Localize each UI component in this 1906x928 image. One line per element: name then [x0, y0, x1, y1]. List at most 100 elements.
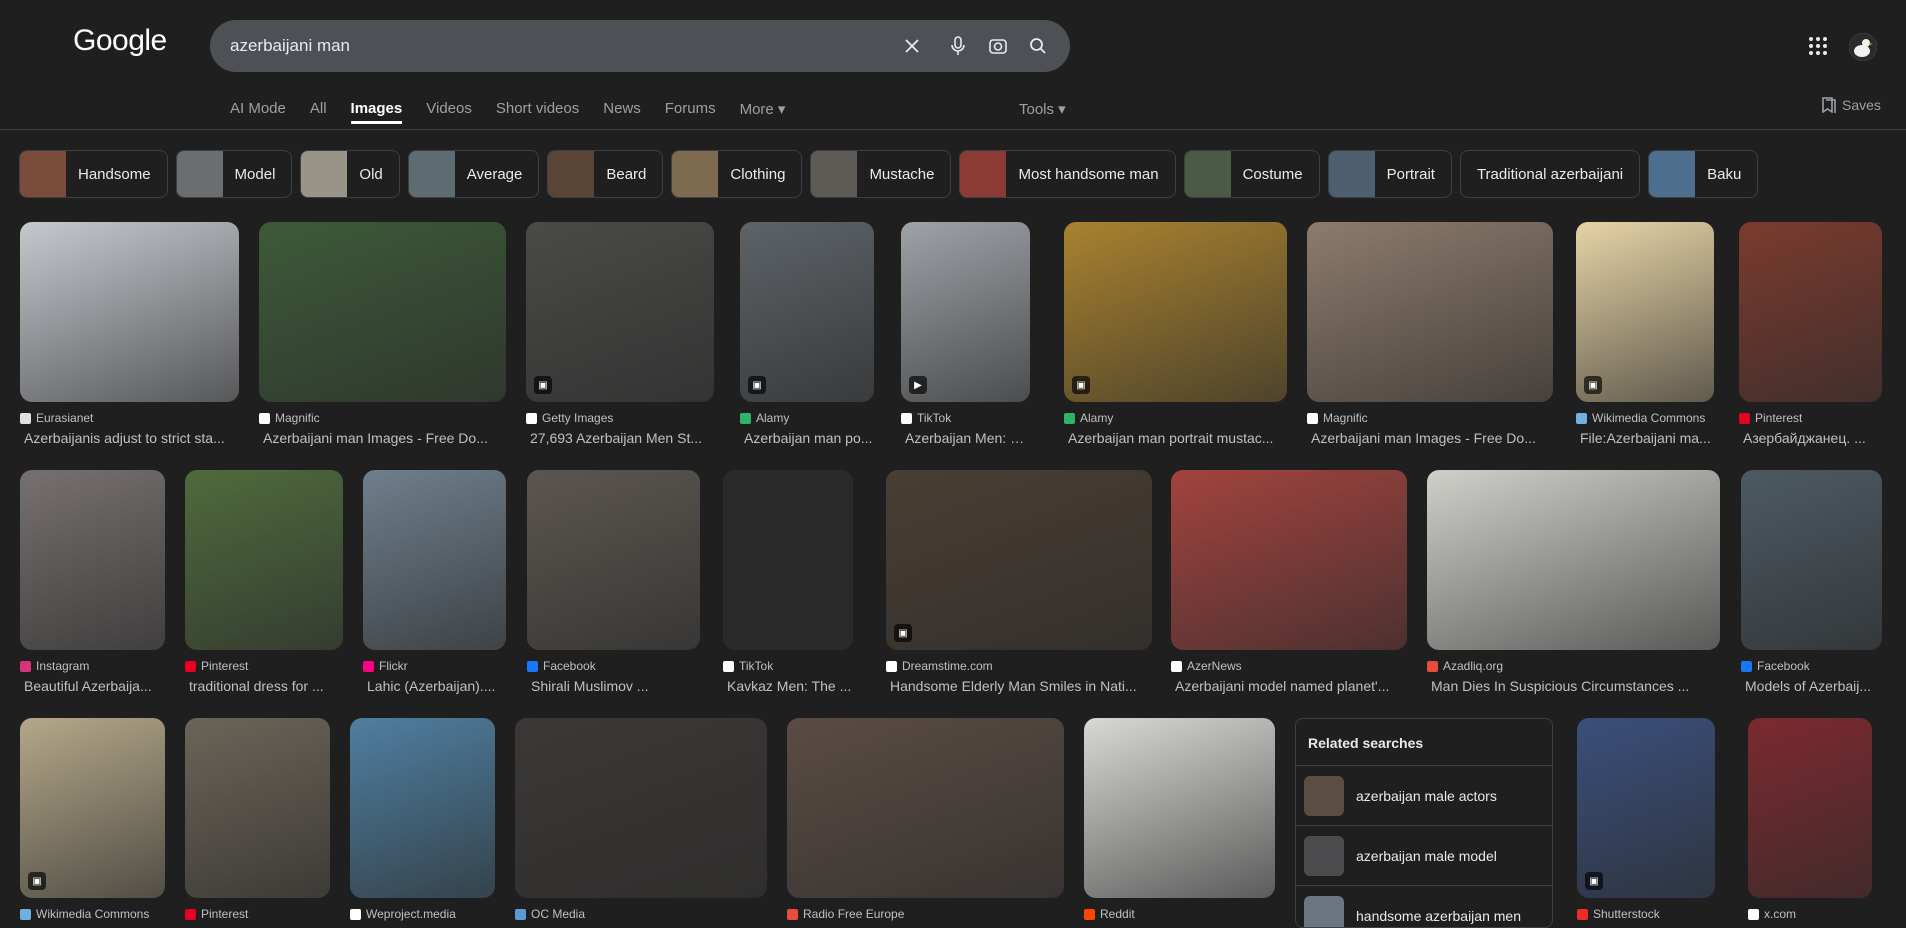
- image-source[interactable]: TikTok: [901, 410, 1030, 426]
- image-result[interactable]: Eurasianet Azerbaijanis adjust to strict …: [20, 222, 239, 446]
- image-source[interactable]: Radio Free Europe: [787, 906, 1064, 922]
- image-thumbnail[interactable]: [723, 470, 853, 650]
- chip-mustache[interactable]: Mustache: [810, 150, 952, 198]
- image-title[interactable]: Азербайджанец. ...: [1739, 430, 1882, 446]
- mic-icon[interactable]: [946, 34, 970, 58]
- image-thumbnail[interactable]: [185, 718, 330, 898]
- image-title[interactable]: Azerbaijani man Images - Free Do...: [259, 430, 506, 446]
- image-title[interactable]: Azerbaijan man po...: [740, 430, 874, 446]
- related-search-item[interactable]: azerbaijan male actors: [1296, 765, 1552, 825]
- tab-forums[interactable]: Forums: [665, 100, 716, 124]
- chip-model[interactable]: Model: [175, 150, 293, 198]
- chip-old[interactable]: Old: [300, 150, 400, 198]
- tab-news[interactable]: News: [603, 100, 641, 124]
- image-source[interactable]: Reddit: [1084, 906, 1275, 922]
- image-title[interactable]: traditional dress for ...: [185, 678, 343, 694]
- image-result[interactable]: ▣ Alamy Azerbaijan man portrait mustac...: [1064, 222, 1287, 446]
- image-thumbnail[interactable]: ▶: [901, 222, 1030, 402]
- image-title[interactable]: Beautiful Azerbaija...: [20, 678, 165, 694]
- image-source[interactable]: Alamy: [740, 410, 874, 426]
- image-result[interactable]: Weproject.media: [350, 718, 495, 922]
- search-input[interactable]: [230, 20, 890, 72]
- image-source[interactable]: Facebook: [527, 658, 700, 674]
- image-result[interactable]: ▣ Alamy Azerbaijan man po...: [740, 222, 874, 446]
- image-title[interactable]: Azerbaijani model named planet'...: [1171, 678, 1407, 694]
- image-result[interactable]: Pinterest Азербайджанец. ...: [1739, 222, 1882, 446]
- image-thumbnail[interactable]: ▣: [1064, 222, 1287, 402]
- image-source[interactable]: OC Media: [515, 906, 767, 922]
- tab-more[interactable]: More ▾: [740, 100, 786, 124]
- image-result[interactable]: Azadliq.org Man Dies In Suspicious Circum…: [1427, 470, 1720, 694]
- image-title[interactable]: Man Dies In Suspicious Circumstances ...: [1427, 678, 1720, 694]
- avatar[interactable]: [1849, 33, 1877, 61]
- related-search-item[interactable]: azerbaijan male model: [1296, 825, 1552, 885]
- chip-traditional-azerbaijani[interactable]: Traditional azerbaijani: [1459, 150, 1641, 198]
- image-thumbnail[interactable]: [20, 222, 239, 402]
- image-result[interactable]: Magnific Azerbaijani man Images - Free Do…: [1307, 222, 1553, 446]
- image-title[interactable]: Azerbaijanis adjust to strict sta...: [20, 430, 239, 446]
- image-result[interactable]: Facebook Shirali Muslimov ...: [527, 470, 700, 694]
- image-thumbnail[interactable]: [185, 470, 343, 650]
- image-source[interactable]: Pinterest: [1739, 410, 1882, 426]
- tab-videos[interactable]: Videos: [426, 100, 472, 124]
- image-source[interactable]: Eurasianet: [20, 410, 239, 426]
- image-title[interactable]: File:Azerbaijani ma...: [1576, 430, 1714, 446]
- image-title[interactable]: Handsome Elderly Man Smiles in Nati...: [886, 678, 1152, 694]
- image-result[interactable]: TikTok Kavkaz Men: The ...: [723, 470, 853, 694]
- image-thumbnail[interactable]: [350, 718, 495, 898]
- image-thumbnail[interactable]: ▣: [1577, 718, 1715, 898]
- image-source[interactable]: Weproject.media: [350, 906, 495, 922]
- image-thumbnail[interactable]: [527, 470, 700, 650]
- image-title[interactable]: Shirali Muslimov ...: [527, 678, 700, 694]
- tab-all[interactable]: All: [310, 100, 327, 124]
- image-source[interactable]: Shutterstock: [1577, 906, 1715, 922]
- image-source[interactable]: x.com: [1748, 906, 1872, 922]
- image-result[interactable]: ▣ Wikimedia Commons: [20, 718, 165, 922]
- image-source[interactable]: Instagram: [20, 658, 165, 674]
- tab-ai-mode[interactable]: AI Mode: [230, 100, 286, 124]
- saves-button[interactable]: Saves: [1822, 97, 1881, 116]
- image-result[interactable]: x.com: [1748, 718, 1872, 922]
- image-source[interactable]: Pinterest: [185, 906, 330, 922]
- image-result[interactable]: ▣ Getty Images 27,693 Azerbaijan Men St...: [526, 222, 714, 446]
- chip-costume[interactable]: Costume: [1183, 150, 1320, 198]
- image-result[interactable]: OC Media: [515, 718, 767, 922]
- image-result[interactable]: ▣ Wikimedia Commons File:Azerbaijani ma...: [1576, 222, 1714, 446]
- image-thumbnail[interactable]: ▣: [20, 718, 165, 898]
- image-thumbnail[interactable]: ▣: [740, 222, 874, 402]
- image-thumbnail[interactable]: [259, 222, 506, 402]
- google-logo[interactable]: Google: [73, 24, 167, 58]
- image-source[interactable]: Flickr: [363, 658, 506, 674]
- image-thumbnail[interactable]: ▣: [1576, 222, 1714, 402]
- image-thumbnail[interactable]: [1171, 470, 1407, 650]
- close-icon[interactable]: [900, 34, 924, 58]
- image-result[interactable]: ▣ Shutterstock: [1577, 718, 1715, 922]
- image-result[interactable]: Magnific Azerbaijani man Images - Free Do…: [259, 222, 506, 446]
- image-source[interactable]: Magnific: [259, 410, 506, 426]
- image-thumbnail[interactable]: [515, 718, 767, 898]
- chip-beard[interactable]: Beard: [547, 150, 664, 198]
- image-source[interactable]: Dreamstime.com: [886, 658, 1152, 674]
- chip-clothing[interactable]: Clothing: [671, 150, 803, 198]
- image-source[interactable]: Magnific: [1307, 410, 1553, 426]
- image-source[interactable]: Pinterest: [185, 658, 343, 674]
- image-source[interactable]: Alamy: [1064, 410, 1287, 426]
- image-thumbnail[interactable]: [363, 470, 506, 650]
- image-thumbnail[interactable]: ▣: [526, 222, 714, 402]
- chip-baku[interactable]: Baku: [1648, 150, 1759, 198]
- image-source[interactable]: Wikimedia Commons: [1576, 410, 1714, 426]
- image-title[interactable]: Lahic (Azerbaijan)....: [363, 678, 506, 694]
- image-source[interactable]: Facebook: [1741, 658, 1882, 674]
- image-result[interactable]: ▶ TikTok Azerbaijan Men: C...: [901, 222, 1030, 446]
- search-box[interactable]: [210, 20, 1070, 72]
- image-title[interactable]: Azerbaijan Men: C...: [901, 430, 1030, 446]
- image-source[interactable]: AzerNews: [1171, 658, 1407, 674]
- image-thumbnail[interactable]: ▣: [886, 470, 1152, 650]
- image-thumbnail[interactable]: [1748, 718, 1872, 898]
- image-thumbnail[interactable]: [787, 718, 1064, 898]
- image-source[interactable]: TikTok: [723, 658, 853, 674]
- image-result[interactable]: Flickr Lahic (Azerbaijan)....: [363, 470, 506, 694]
- image-title[interactable]: Kavkaz Men: The ...: [723, 678, 853, 694]
- image-result[interactable]: Facebook Models of Azerbaij...: [1741, 470, 1882, 694]
- image-thumbnail[interactable]: [1307, 222, 1553, 402]
